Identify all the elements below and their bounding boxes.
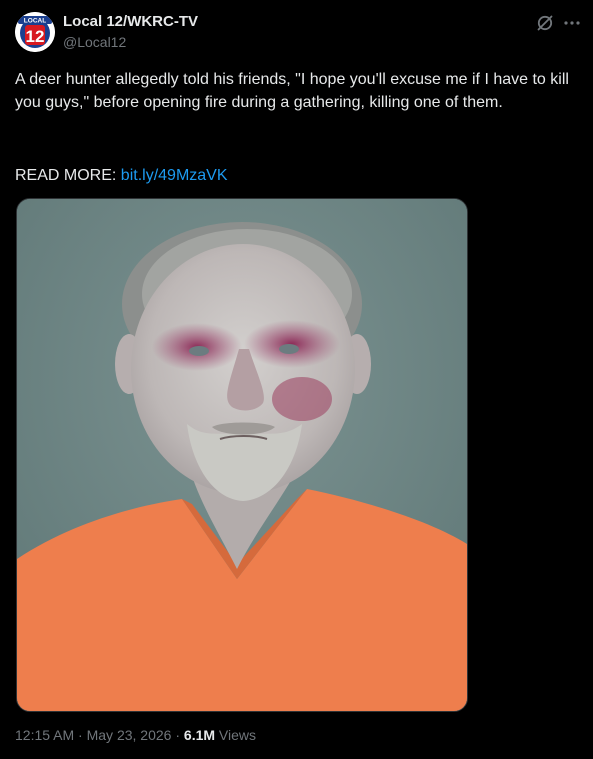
views-count: 6.1M bbox=[183, 727, 216, 743]
meta-separator: · bbox=[78, 727, 83, 743]
tweet: LOCAL 12 Local 12/WKRC-TV @Local12 A dee… bbox=[0, 0, 593, 759]
logo-number: 12 bbox=[26, 27, 45, 46]
avatar[interactable]: LOCAL 12 bbox=[15, 12, 55, 52]
tweet-time[interactable]: 12:15 AM bbox=[15, 727, 74, 743]
author-handle[interactable]: @Local12 bbox=[63, 34, 126, 50]
tweet-text: A deer hunter allegedly told his friends… bbox=[15, 71, 569, 111]
grok-icon[interactable] bbox=[535, 13, 555, 33]
read-more-link[interactable]: bit.ly/49MzaVK bbox=[121, 167, 228, 184]
tweet-meta: 12:15 AM · May 23, 2026 · 6.1M Views bbox=[15, 727, 256, 743]
read-more-label: READ MORE: bbox=[15, 167, 117, 184]
more-horizontal-icon[interactable] bbox=[562, 13, 582, 33]
read-more-line: READ MORE: bit.ly/49MzaVK bbox=[15, 164, 228, 187]
local12-logo-icon: LOCAL 12 bbox=[15, 12, 55, 52]
tweet-date[interactable]: May 23, 2026 bbox=[87, 727, 172, 743]
author-name[interactable]: Local 12/WKRC-TV bbox=[63, 13, 198, 30]
meta-separator-2: · bbox=[175, 727, 181, 743]
logo-top-text: LOCAL bbox=[24, 18, 46, 25]
tweet-image[interactable] bbox=[16, 198, 468, 712]
views-label: Views bbox=[218, 727, 257, 743]
mugshot-photo bbox=[17, 199, 467, 711]
